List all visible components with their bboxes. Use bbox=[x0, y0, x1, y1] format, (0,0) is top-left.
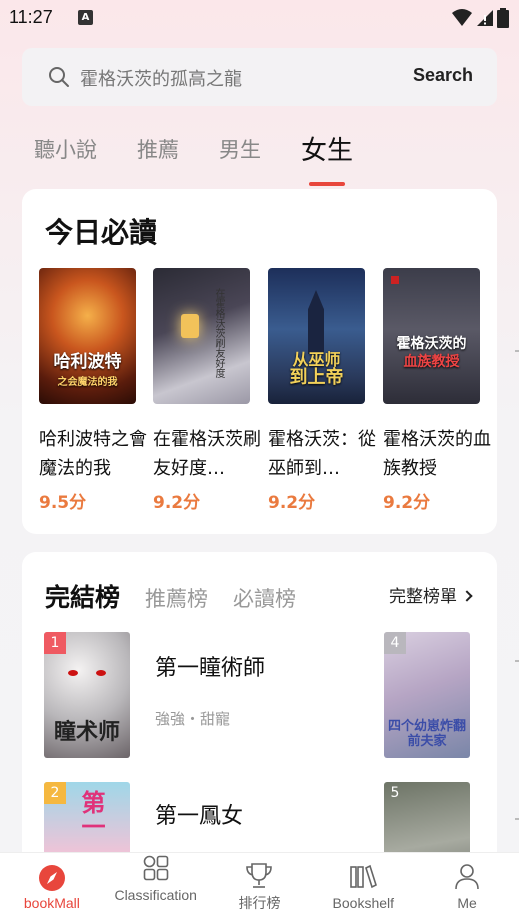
tab-audio-novel[interactable]: 聽小說 bbox=[34, 134, 97, 178]
search-button[interactable]: Search bbox=[413, 65, 473, 86]
daily-must-read-card: 今日必讀 哈利波特 之会魔法的我 哈利波特之會魔法的我 9.5分 在霍格沃茨刷友好… bbox=[22, 189, 497, 534]
ranking-card: 完結榜 推薦榜 必讀榜 完整榜單 1 瞳术师 第一瞳術師 強強・甜寵 4 四个幼… bbox=[22, 552, 497, 852]
category-tabs: 聽小說 推薦 男生 女生 bbox=[34, 134, 393, 186]
book-card[interactable]: 在霍格沃茨刷友好度 在霍格沃茨刷友好度… 9.2分 bbox=[153, 268, 261, 513]
tab-completed[interactable]: 完結榜 bbox=[45, 578, 120, 614]
battery-icon bbox=[497, 8, 509, 28]
book-score: 9.2分 bbox=[383, 493, 431, 513]
ranking-book-cover[interactable]: 2 第一 bbox=[44, 782, 130, 852]
notification-icon: A bbox=[78, 10, 93, 25]
book-title: 霍格沃茨的血族教授 bbox=[383, 429, 491, 479]
book-card[interactable]: 霍格沃茨的 血族教授 霍格沃茨的血族教授 9.2分 bbox=[383, 268, 491, 513]
book-title: 霍格沃茨：從巫師到… bbox=[268, 429, 376, 479]
ranking-book-title[interactable]: 第一鳳女 bbox=[155, 798, 243, 830]
search-bar[interactable]: 霍格沃茨的孤高之龍 Search bbox=[22, 48, 497, 106]
search-input[interactable]: 霍格沃茨的孤高之龍 bbox=[80, 65, 242, 91]
bookshelf-icon bbox=[350, 864, 378, 889]
nav-label: bookMall bbox=[23, 895, 80, 911]
rank-badge: 1 bbox=[44, 632, 66, 654]
book-score: 9.5分 bbox=[39, 493, 87, 513]
book-cover: 哈利波特 之会魔法的我 bbox=[39, 268, 136, 404]
nav-label: Me bbox=[457, 895, 477, 911]
nav-ranking[interactable]: 排行榜 bbox=[208, 853, 312, 922]
book-title: 哈利波特之會魔法的我 bbox=[39, 429, 147, 479]
nav-classification[interactable]: Classification bbox=[104, 853, 208, 922]
nav-bookshelf[interactable]: Bookshelf bbox=[311, 853, 415, 922]
book-cover: 在霍格沃茨刷友好度 bbox=[153, 268, 250, 404]
ranking-book-cover[interactable]: 1 瞳术师 bbox=[44, 632, 130, 758]
ranking-book-title[interactable]: 第一瞳術師 bbox=[155, 650, 265, 682]
trophy-icon bbox=[246, 863, 273, 888]
nav-label: Bookshelf bbox=[332, 895, 395, 911]
book-cover: 从巫师 到上帝 bbox=[268, 268, 365, 404]
rank-badge: 5 bbox=[390, 785, 400, 801]
status-bar: 11:27 A bbox=[0, 0, 519, 36]
book-card[interactable]: 哈利波特 之会魔法的我 哈利波特之會魔法的我 9.5分 bbox=[39, 268, 147, 513]
ranking-book-tags: 強強・甜寵 bbox=[155, 710, 231, 728]
search-icon bbox=[49, 67, 69, 87]
person-icon bbox=[455, 864, 479, 890]
section-title: 今日必讀 bbox=[45, 216, 158, 249]
full-list-link[interactable]: 完整榜單 bbox=[389, 582, 473, 607]
ranking-tabs: 完結榜 推薦榜 必讀榜 bbox=[45, 578, 321, 614]
nav-label: 排行榜 bbox=[238, 895, 281, 911]
nav-label: Classification bbox=[114, 887, 197, 903]
book-cover: 霍格沃茨的 血族教授 bbox=[383, 268, 480, 404]
signal-icon bbox=[477, 10, 493, 26]
nav-me[interactable]: Me bbox=[415, 853, 519, 922]
compass-icon bbox=[38, 865, 65, 891]
book-score: 9.2分 bbox=[268, 493, 316, 513]
tab-recommend[interactable]: 推薦 bbox=[137, 134, 179, 178]
status-time: 11:27 bbox=[9, 7, 53, 27]
status-icons bbox=[451, 8, 509, 28]
nav-bookmall[interactable]: bookMall bbox=[0, 853, 104, 922]
rank-badge: 4 bbox=[384, 632, 406, 654]
ranking-book-cover[interactable]: 5 bbox=[384, 782, 470, 852]
book-card[interactable]: 从巫师 到上帝 霍格沃茨：從巫師到… 9.2分 bbox=[268, 268, 376, 513]
book-title: 在霍格沃茨刷友好度… bbox=[153, 429, 261, 479]
tab-female[interactable]: 女生 bbox=[301, 130, 353, 186]
bottom-navigation: bookMall Classification 排行榜 Bookshelf Me bbox=[0, 852, 519, 922]
rank-badge: 2 bbox=[44, 782, 66, 804]
ranking-book-cover[interactable]: 4 四个幼崽炸翻前夫家 bbox=[384, 632, 470, 758]
wifi-icon bbox=[452, 9, 472, 26]
chevron-right-icon bbox=[461, 590, 473, 602]
tab-recommend-rank[interactable]: 推薦榜 bbox=[145, 583, 208, 613]
active-tab-indicator bbox=[309, 182, 346, 186]
grid-icon bbox=[143, 855, 168, 881]
book-score: 9.2分 bbox=[153, 493, 201, 513]
tab-male[interactable]: 男生 bbox=[219, 134, 261, 178]
tab-must-read-rank[interactable]: 必讀榜 bbox=[233, 583, 296, 613]
